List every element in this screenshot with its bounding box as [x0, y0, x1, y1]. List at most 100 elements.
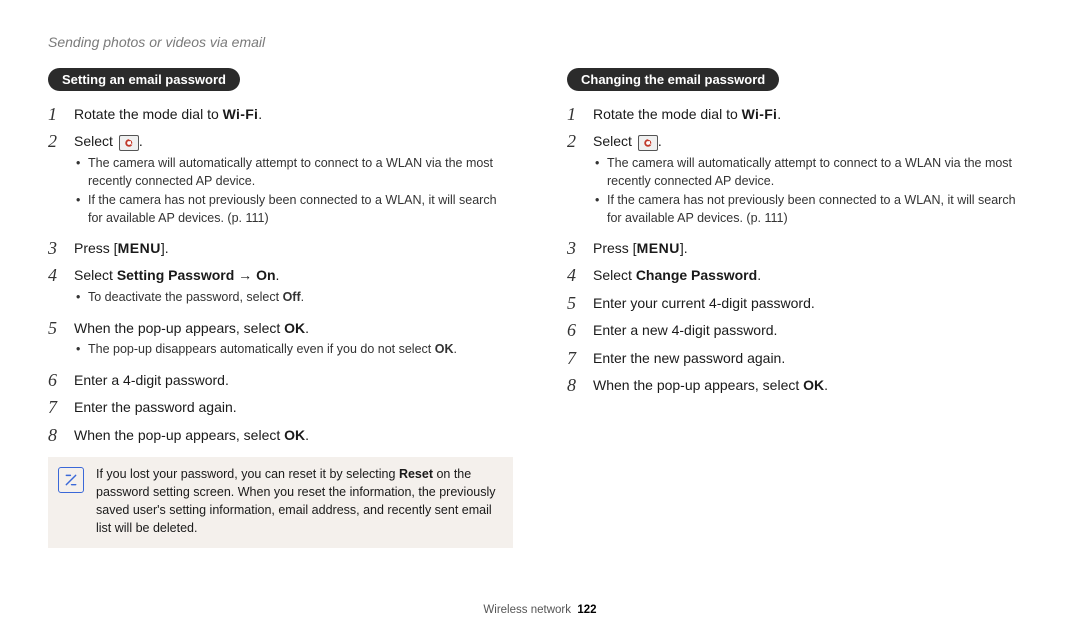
step-body: When the pop-up appears, select OK.	[74, 424, 513, 447]
step-item: 4 Select Setting Password → On. To deactiv…	[48, 264, 513, 312]
step-line: Rotate the mode dial to Wi-Fi.	[593, 104, 1032, 126]
step-sublist-item: The camera will automatically attempt to…	[74, 155, 513, 190]
step-bold: OK	[284, 320, 305, 336]
step-number: 6	[567, 319, 583, 342]
step-body: Press [MENU].	[74, 237, 513, 260]
step-number: 5	[48, 317, 64, 340]
note-box: If you lost your password, you can reset…	[48, 457, 513, 548]
step-line: Enter the password again.	[74, 397, 513, 419]
step-number: 5	[567, 292, 583, 315]
step-body: Select .The camera will automatically at…	[74, 130, 513, 233]
left-column: Setting an email password 1 Rotate the mo…	[48, 68, 513, 548]
content-columns: Setting an email password 1 Rotate the mo…	[48, 68, 1032, 548]
step-number: 2	[48, 130, 64, 153]
footer-label: Wireless network	[483, 604, 571, 616]
left-steps-list: 1 Rotate the mode dial to Wi-Fi. 2 Select .…	[48, 103, 513, 447]
step-line: Rotate the mode dial to Wi-Fi.	[74, 104, 513, 126]
step-item: 6 Enter a new 4-digit password.	[567, 319, 1032, 342]
step-item: 3 Press [MENU].	[48, 237, 513, 260]
step-number: 7	[48, 396, 64, 419]
step-body: When the pop-up appears, select OK.	[593, 374, 1032, 397]
step-body: Select .The camera will automatically at…	[593, 130, 1032, 233]
right-steps-list: 1 Rotate the mode dial to Wi-Fi. 2 Select .…	[567, 103, 1032, 397]
step-item: 5 When the pop-up appears, select OK.The …	[48, 317, 513, 365]
step-body: Enter a 4-digit password.	[74, 369, 513, 392]
step-item: 8 When the pop-up appears, select OK.	[48, 424, 513, 447]
menu-label: MENU	[637, 240, 680, 256]
step-line: Enter a new 4-digit password.	[593, 320, 1032, 342]
section-title: Sending photos or videos via email	[48, 34, 1032, 50]
step-bold: Change Password	[636, 267, 757, 283]
step-line: Select Change Password.	[593, 265, 1032, 287]
step-item: 7 Enter the new password again.	[567, 347, 1032, 370]
right-column: Changing the email password 1 Rotate the …	[567, 68, 1032, 548]
step-item: 1 Rotate the mode dial to Wi-Fi.	[567, 103, 1032, 126]
left-heading-pill: Setting an email password	[48, 68, 240, 91]
step-sublist-item: The pop-up disappears automatically even…	[74, 341, 513, 359]
right-heading-pill: Changing the email password	[567, 68, 779, 91]
step-line: Press [MENU].	[74, 238, 513, 260]
step-number: 1	[48, 103, 64, 126]
step-item: 4 Select Change Password.	[567, 264, 1032, 287]
wifi-label: Wi-Fi	[742, 106, 778, 122]
footer-page-number: 122	[577, 604, 596, 616]
step-item: 8 When the pop-up appears, select OK.	[567, 374, 1032, 397]
step-line: Enter your current 4-digit password.	[593, 293, 1032, 315]
step-sublist-item: To deactivate the password, select Off.	[74, 289, 513, 307]
step-sublist: To deactivate the password, select Off.	[74, 289, 513, 307]
step-body: When the pop-up appears, select OK.The p…	[74, 317, 513, 365]
step-body: Press [MENU].	[593, 237, 1032, 260]
note-text: If you lost your password, you can reset…	[96, 465, 501, 538]
step-line: Enter a 4-digit password.	[74, 370, 513, 392]
step-body: Rotate the mode dial to Wi-Fi.	[593, 103, 1032, 126]
email-icon	[638, 135, 658, 151]
step-number: 3	[48, 237, 64, 260]
step-item: 1 Rotate the mode dial to Wi-Fi.	[48, 103, 513, 126]
sub-bold: OK	[435, 342, 454, 356]
step-line: Press [MENU].	[593, 238, 1032, 260]
step-item: 3 Press [MENU].	[567, 237, 1032, 260]
step-sublist-item: The camera will automatically attempt to…	[593, 155, 1032, 190]
step-sublist: The pop-up disappears automatically even…	[74, 341, 513, 359]
page-footer: Wireless network 122	[0, 604, 1080, 616]
step-number: 1	[567, 103, 583, 126]
step-line: Select .	[593, 131, 1032, 153]
step-sublist-item: If the camera has not previously been co…	[74, 192, 513, 227]
step-item: 2 Select .The camera will automatically a…	[48, 130, 513, 233]
note-bold: Reset	[399, 467, 433, 481]
note-pre: If you lost your password, you can reset…	[96, 467, 399, 481]
step-line: Select Setting Password → On.	[74, 265, 513, 287]
step-line: When the pop-up appears, select OK.	[74, 425, 513, 447]
sub-bold: Off	[283, 290, 301, 304]
step-item: 5 Enter your current 4-digit password.	[567, 292, 1032, 315]
step-bold: Setting Password	[117, 267, 234, 283]
step-sublist: The camera will automatically attempt to…	[593, 155, 1032, 227]
step-number: 8	[567, 374, 583, 397]
step-body: Enter your current 4-digit password.	[593, 292, 1032, 315]
step-number: 6	[48, 369, 64, 392]
step-bold: OK	[803, 377, 824, 393]
step-item: 6 Enter a 4-digit password.	[48, 369, 513, 392]
step-number: 2	[567, 130, 583, 153]
step-sublist: The camera will automatically attempt to…	[74, 155, 513, 227]
step-item: 2 Select .The camera will automatically a…	[567, 130, 1032, 233]
step-line: Enter the new password again.	[593, 348, 1032, 370]
step-body: Select Change Password.	[593, 264, 1032, 287]
step-sublist-item: If the camera has not previously been co…	[593, 192, 1032, 227]
step-body: Rotate the mode dial to Wi-Fi.	[74, 103, 513, 126]
step-body: Enter a new 4-digit password.	[593, 319, 1032, 342]
step-body: Enter the password again.	[74, 396, 513, 419]
step-bold: OK	[284, 427, 305, 443]
step-number: 3	[567, 237, 583, 260]
step-line: When the pop-up appears, select OK.	[74, 318, 513, 340]
step-line: Select .	[74, 131, 513, 153]
step-item: 7 Enter the password again.	[48, 396, 513, 419]
note-icon	[58, 467, 84, 493]
step-number: 4	[48, 264, 64, 287]
email-icon	[119, 135, 139, 151]
step-number: 8	[48, 424, 64, 447]
menu-label: MENU	[118, 240, 161, 256]
step-number: 7	[567, 347, 583, 370]
step-body: Enter the new password again.	[593, 347, 1032, 370]
step-number: 4	[567, 264, 583, 287]
